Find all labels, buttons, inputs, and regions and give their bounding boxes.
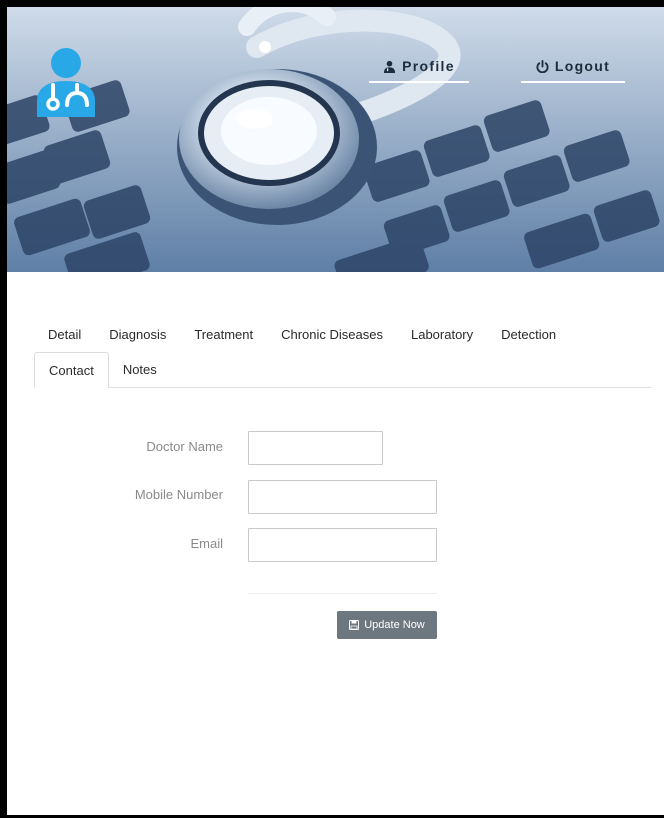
mobile-number-input[interactable] (248, 480, 437, 514)
form-divider (248, 593, 437, 594)
tab-chronic-diseases[interactable]: Chronic Diseases (267, 317, 397, 353)
logout-link[interactable]: Logout (521, 51, 625, 83)
user-doctor-icon (384, 60, 396, 73)
tabs-divider (34, 387, 651, 388)
profile-link[interactable]: Profile (369, 51, 469, 83)
tab-contact[interactable]: Contact (34, 352, 109, 388)
tabs-row-2: Contact Notes (34, 352, 654, 388)
floppy-save-icon (349, 620, 360, 630)
mobile-number-label: Mobile Number (134, 487, 223, 502)
tab-detail[interactable]: Detail (34, 317, 95, 353)
tab-notes[interactable]: Notes (109, 352, 171, 388)
doctor-name-input[interactable] (248, 431, 383, 465)
email-input[interactable] (248, 528, 437, 562)
banner-photo (7, 7, 664, 272)
tab-detection[interactable]: Detection (487, 317, 570, 353)
app-frame: Profile Logout Detail Diagnosis Treatmen… (0, 0, 664, 818)
email-label: Email (190, 536, 223, 551)
power-icon (536, 59, 549, 73)
header-banner: Profile Logout (7, 7, 664, 272)
doctor-name-label: Doctor Name (146, 439, 223, 454)
tab-treatment[interactable]: Treatment (180, 317, 267, 353)
update-now-label: Update Now (364, 619, 425, 631)
tab-diagnosis[interactable]: Diagnosis (95, 317, 180, 353)
profile-label: Profile (402, 58, 455, 74)
doctor-logo-icon[interactable] (33, 43, 99, 117)
tab-laboratory[interactable]: Laboratory (397, 317, 487, 353)
logout-label: Logout (554, 58, 611, 74)
tabs-row-1: Detail Diagnosis Treatment Chronic Disea… (34, 317, 654, 353)
update-now-button[interactable]: Update Now (337, 611, 437, 639)
